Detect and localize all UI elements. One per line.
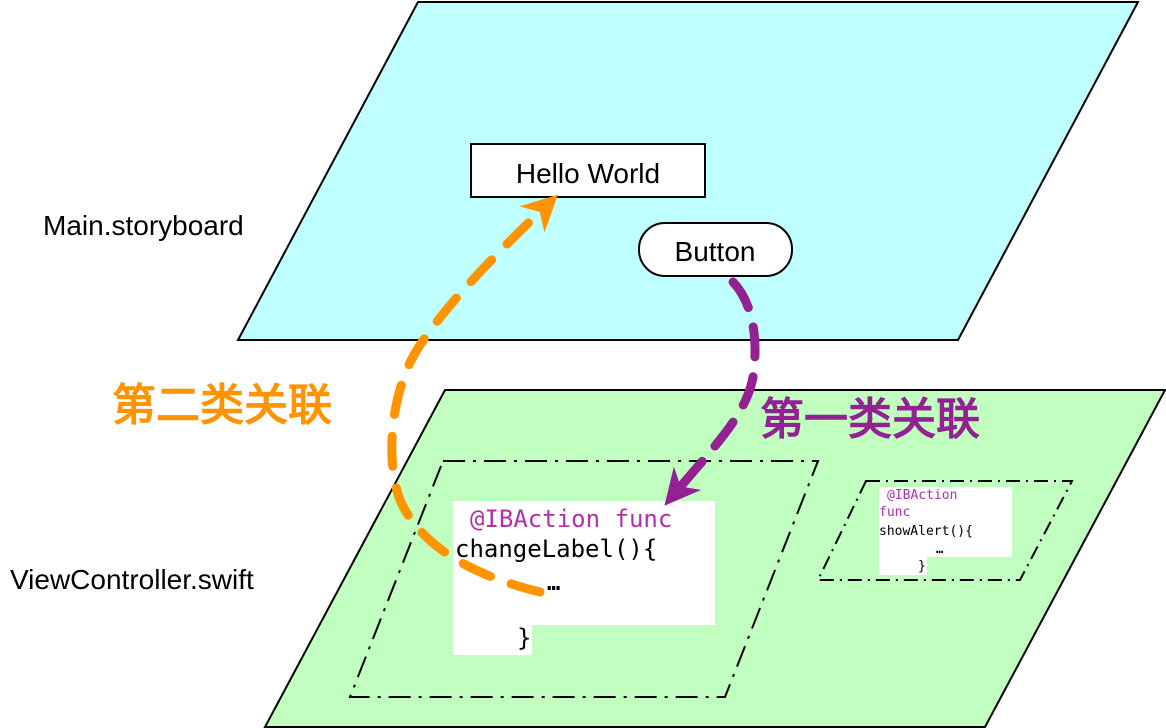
second-connection-label: 第二类关联	[112, 380, 332, 431]
code-close-brace: }	[517, 624, 531, 652]
code-keyword: func	[879, 505, 910, 520]
code-keyword: @IBAction func	[470, 505, 672, 533]
diagram-canvas: Main.storyboard Hello World Button ViewC…	[10, 0, 1166, 728]
code-function-name: changeLabel(){	[455, 535, 657, 563]
code-close-brace: }	[918, 559, 926, 574]
controller-layer-label: ViewController.swift	[10, 564, 254, 595]
storyboard-layer-label: Main.storyboard	[43, 210, 244, 241]
code-keyword: @IBAction	[887, 488, 957, 503]
storyboard-button-text: Button	[675, 236, 756, 267]
code-ellipsis: …	[936, 542, 943, 556]
hello-world-text: Hello World	[516, 158, 660, 189]
code-ellipsis: …	[547, 571, 560, 596]
code-function-name: showAlert(){	[879, 524, 973, 539]
first-connection-label: 第一类关联	[760, 394, 980, 445]
